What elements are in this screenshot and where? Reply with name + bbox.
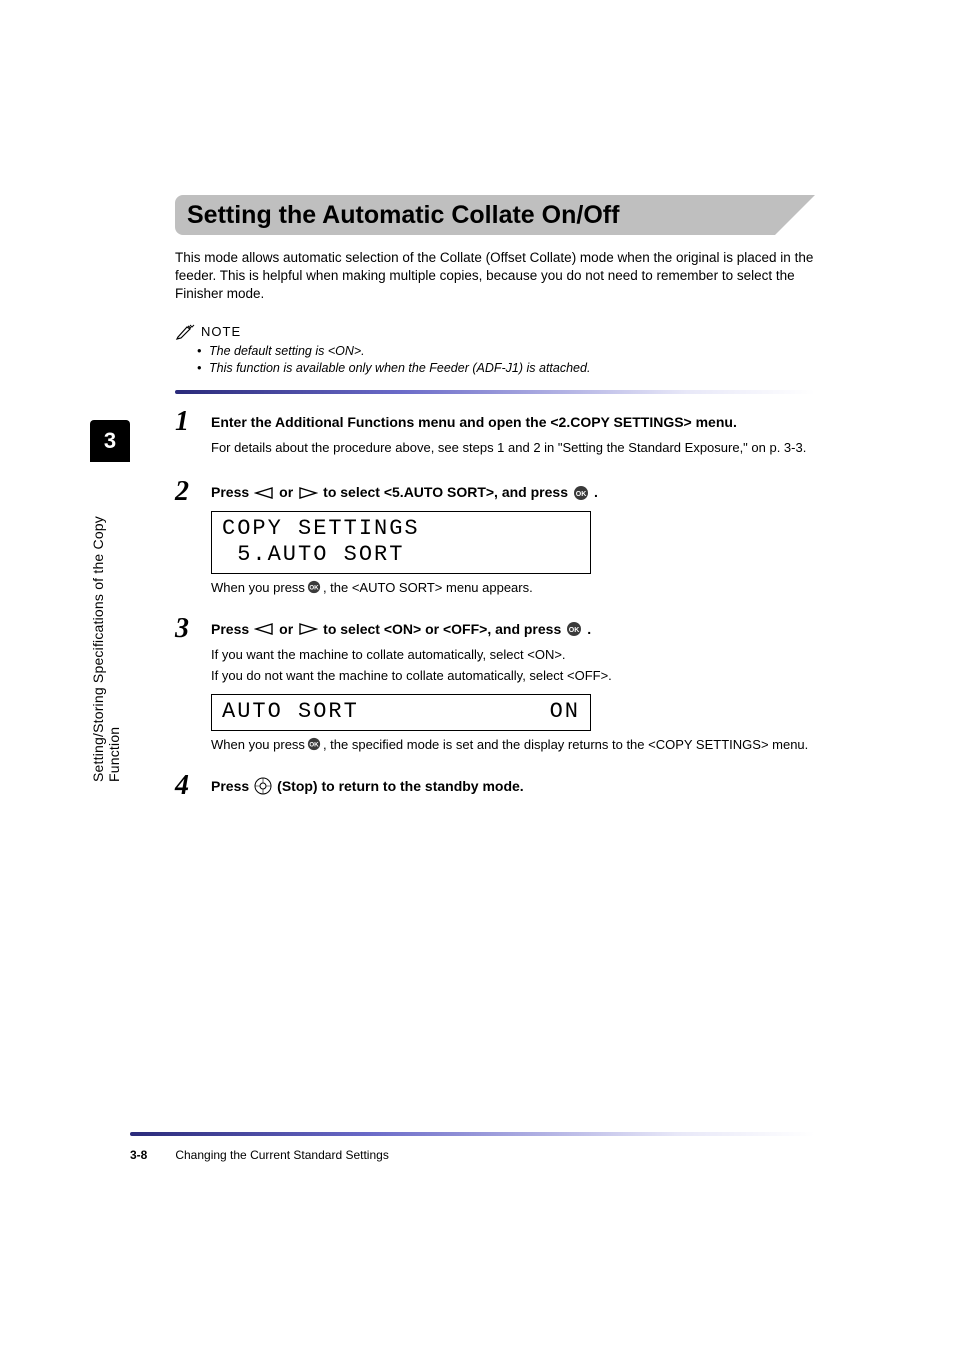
side-chapter-tab: 3 Setting/Storing Specifications of the … [90, 420, 130, 792]
step-body-text: For details about the procedure above, s… [211, 439, 815, 458]
gradient-separator [175, 390, 815, 394]
ok-button-icon: OK [307, 580, 321, 594]
step-body-text: If you want the machine to collate autom… [211, 646, 815, 665]
right-arrow-icon [298, 623, 318, 635]
note-icon [175, 324, 195, 340]
step-title-text: or [279, 619, 293, 640]
lcd-right-text: ON [550, 699, 580, 724]
lcd-left-text: AUTO SORT [222, 699, 359, 724]
page-footer: 3-8 Changing the Current Standard Settin… [130, 1148, 815, 1162]
step-title-text: Press [211, 619, 249, 640]
after-text: , the <AUTO SORT> menu appears. [323, 580, 533, 595]
section-heading: Setting the Automatic Collate On/Off [175, 201, 619, 230]
step-title: Press or to select <5.AUTO SORT>, and pr… [211, 482, 815, 503]
step-title-text: (Stop) to return to the standby mode. [277, 776, 524, 797]
note-item: This function is available only when the… [209, 360, 815, 377]
step-title: Press (Stop) to return to the standby mo… [211, 776, 815, 797]
step-title-text: Enter the Additional Functions menu and … [211, 412, 737, 433]
svg-text:OK: OK [309, 585, 319, 592]
left-arrow-icon [254, 487, 274, 499]
page-number: 3-8 [130, 1148, 147, 1162]
step-4: 4 Press (Stop) to return to the standby … [175, 776, 815, 797]
step-number: 3 [175, 613, 189, 645]
step-number: 2 [175, 476, 189, 508]
step-2: 2 Press or to select <5.AUTO SORT>, and … [175, 482, 815, 595]
chapter-vertical-label: Setting/Storing Specifications of the Co… [90, 462, 122, 792]
step-title: Enter the Additional Functions menu and … [211, 412, 815, 433]
after-text: When you press [211, 737, 305, 752]
lcd-line: COPY SETTINGS [222, 516, 420, 541]
footer-rule [130, 1132, 815, 1136]
after-text: , the specified mode is set and the disp… [323, 737, 808, 752]
step-title-text: or [279, 482, 293, 503]
step-title-text: . [594, 482, 598, 503]
step-number: 4 [175, 770, 189, 802]
step-number: 1 [175, 406, 189, 438]
step-after-lcd: When you press OK , the specified mode i… [211, 737, 815, 752]
note-label: NOTE [201, 324, 241, 339]
intro-paragraph: This mode allows automatic selection of … [175, 249, 815, 304]
step-title-text: Press [211, 776, 249, 797]
step-title-text: to select <ON> or <OFF>, and press [323, 619, 561, 640]
svg-text:OK: OK [309, 742, 319, 749]
left-arrow-icon [254, 623, 274, 635]
step-title-text: to select <5.AUTO SORT>, and press [323, 482, 568, 503]
step-title: Press or to select <ON> or <OFF>, and pr… [211, 619, 815, 640]
section-heading-bar: Setting the Automatic Collate On/Off [175, 195, 815, 235]
step-title-text: Press [211, 482, 249, 503]
ok-button-icon: OK [573, 485, 589, 501]
step-body-text: If you do not want the machine to collat… [211, 667, 815, 686]
after-text: When you press [211, 580, 305, 595]
note-item: The default setting is <ON>. [209, 343, 815, 360]
ok-button-icon: OK [566, 621, 582, 637]
chapter-number-box: 3 [90, 420, 130, 462]
lcd-display: AUTO SORT ON [211, 694, 591, 731]
right-arrow-icon [298, 487, 318, 499]
step-title-text: . [587, 619, 591, 640]
ok-button-icon: OK [307, 737, 321, 751]
step-3: 3 Press or to select <ON> or <OFF>, and … [175, 619, 815, 752]
svg-text:OK: OK [569, 627, 580, 634]
lcd-line: 5.AUTO SORT [222, 542, 404, 567]
note-block: NOTE The default setting is <ON>. This f… [175, 324, 815, 377]
svg-text:OK: OK [576, 491, 587, 498]
lcd-display: COPY SETTINGS 5.AUTO SORT [211, 511, 591, 574]
chapter-number: 3 [104, 428, 116, 454]
step-1: 1 Enter the Additional Functions menu an… [175, 412, 815, 458]
stop-button-icon [254, 777, 272, 795]
step-after-lcd: When you press OK , the <AUTO SORT> menu… [211, 580, 815, 595]
footer-title: Changing the Current Standard Settings [175, 1148, 388, 1162]
